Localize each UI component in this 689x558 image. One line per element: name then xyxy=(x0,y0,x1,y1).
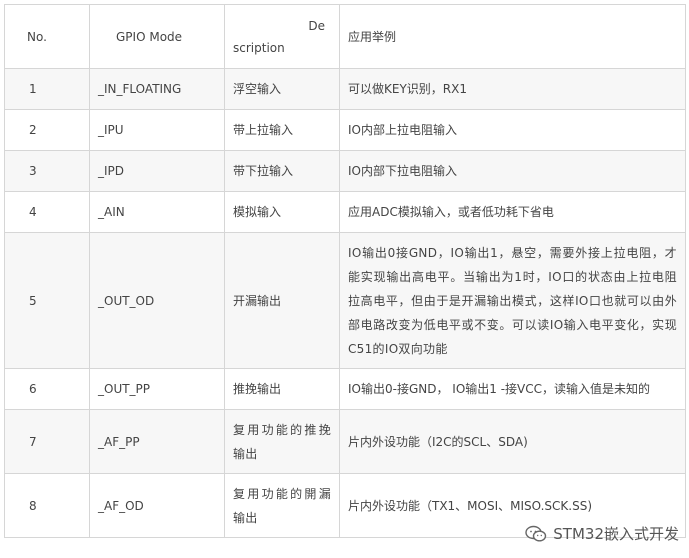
table-header-row: No. GPIO Mode De scription 应用举例 xyxy=(4,4,686,69)
header-no: No. xyxy=(4,4,90,69)
row-no: 1 xyxy=(4,68,90,110)
row-example: IO输出0-接GND， IO输出1 -接VCC，读输入值是未知的 xyxy=(339,368,686,410)
row-description: 开漏输出 xyxy=(224,232,340,369)
row-mode: _AIN xyxy=(89,191,225,233)
watermark-text: STM32嵌入式开发 xyxy=(553,525,679,543)
row-description: 推挽输出 xyxy=(224,368,340,410)
header-description-part2: scription xyxy=(233,40,285,55)
table-row: 7 _AF_PP 复用功能的推挽输出 片内外设功能（I2C的SCL、SDA) xyxy=(4,409,686,474)
row-example: 应用ADC模拟输入，或者低功耗下省电 xyxy=(339,191,686,233)
row-no: 2 xyxy=(4,109,90,151)
row-mode: _IPU xyxy=(89,109,225,151)
row-example: IO输出0接GND，IO输出1，悬空，需要外接上拉电阻，才能实现输出高电平。当输… xyxy=(339,232,686,369)
row-no: 8 xyxy=(4,473,90,538)
header-example: 应用举例 xyxy=(339,4,686,69)
table-row: 6 _OUT_PP 推挽输出 IO输出0-接GND， IO输出1 -接VCC，读… xyxy=(4,368,686,410)
row-no: 7 xyxy=(4,409,90,474)
row-description: 复用功能的推挽输出 xyxy=(224,409,340,474)
table-row: 3 _IPD 带下拉输入 IO内部下拉电阻输入 xyxy=(4,150,686,192)
wechat-icon xyxy=(525,525,547,542)
row-description: 模拟输入 xyxy=(224,191,340,233)
row-no: 3 xyxy=(4,150,90,192)
row-mode: _OUT_OD xyxy=(89,232,225,369)
row-mode: _IN_FLOATING xyxy=(89,68,225,110)
header-description-part1: De xyxy=(308,18,325,33)
row-description: 复用功能的開漏输出 xyxy=(224,473,340,538)
table-row: 2 _IPU 带上拉输入 IO内部上拉电阻输入 xyxy=(4,109,686,151)
row-example: 片内外设功能（I2C的SCL、SDA) xyxy=(339,409,686,474)
row-no: 4 xyxy=(4,191,90,233)
row-description: 浮空输入 xyxy=(224,68,340,110)
row-mode: _AF_OD xyxy=(89,473,225,538)
row-description: 带上拉输入 xyxy=(224,109,340,151)
table-row: 4 _AIN 模拟输入 应用ADC模拟输入，或者低功耗下省电 xyxy=(4,191,686,233)
row-no: 6 xyxy=(4,368,90,410)
watermark: STM32嵌入式开发 xyxy=(525,523,679,544)
row-example: 可以做KEY识别，RX1 xyxy=(339,68,686,110)
table-row: 5 _OUT_OD 开漏输出 IO输出0接GND，IO输出1，悬空，需要外接上拉… xyxy=(4,232,686,369)
row-description: 带下拉输入 xyxy=(224,150,340,192)
gpio-mode-table: No. GPIO Mode De scription 应用举例 1 _IN_FL… xyxy=(4,4,686,538)
row-example: IO内部上拉电阻输入 xyxy=(339,109,686,151)
row-mode: _IPD xyxy=(89,150,225,192)
header-description: De scription xyxy=(224,4,340,69)
row-mode: _OUT_PP xyxy=(89,368,225,410)
header-gpio-mode: GPIO Mode xyxy=(89,4,225,69)
row-example: IO内部下拉电阻输入 xyxy=(339,150,686,192)
row-no: 5 xyxy=(4,232,90,369)
row-mode: _AF_PP xyxy=(89,409,225,474)
table-row: 1 _IN_FLOATING 浮空输入 可以做KEY识别，RX1 xyxy=(4,68,686,110)
